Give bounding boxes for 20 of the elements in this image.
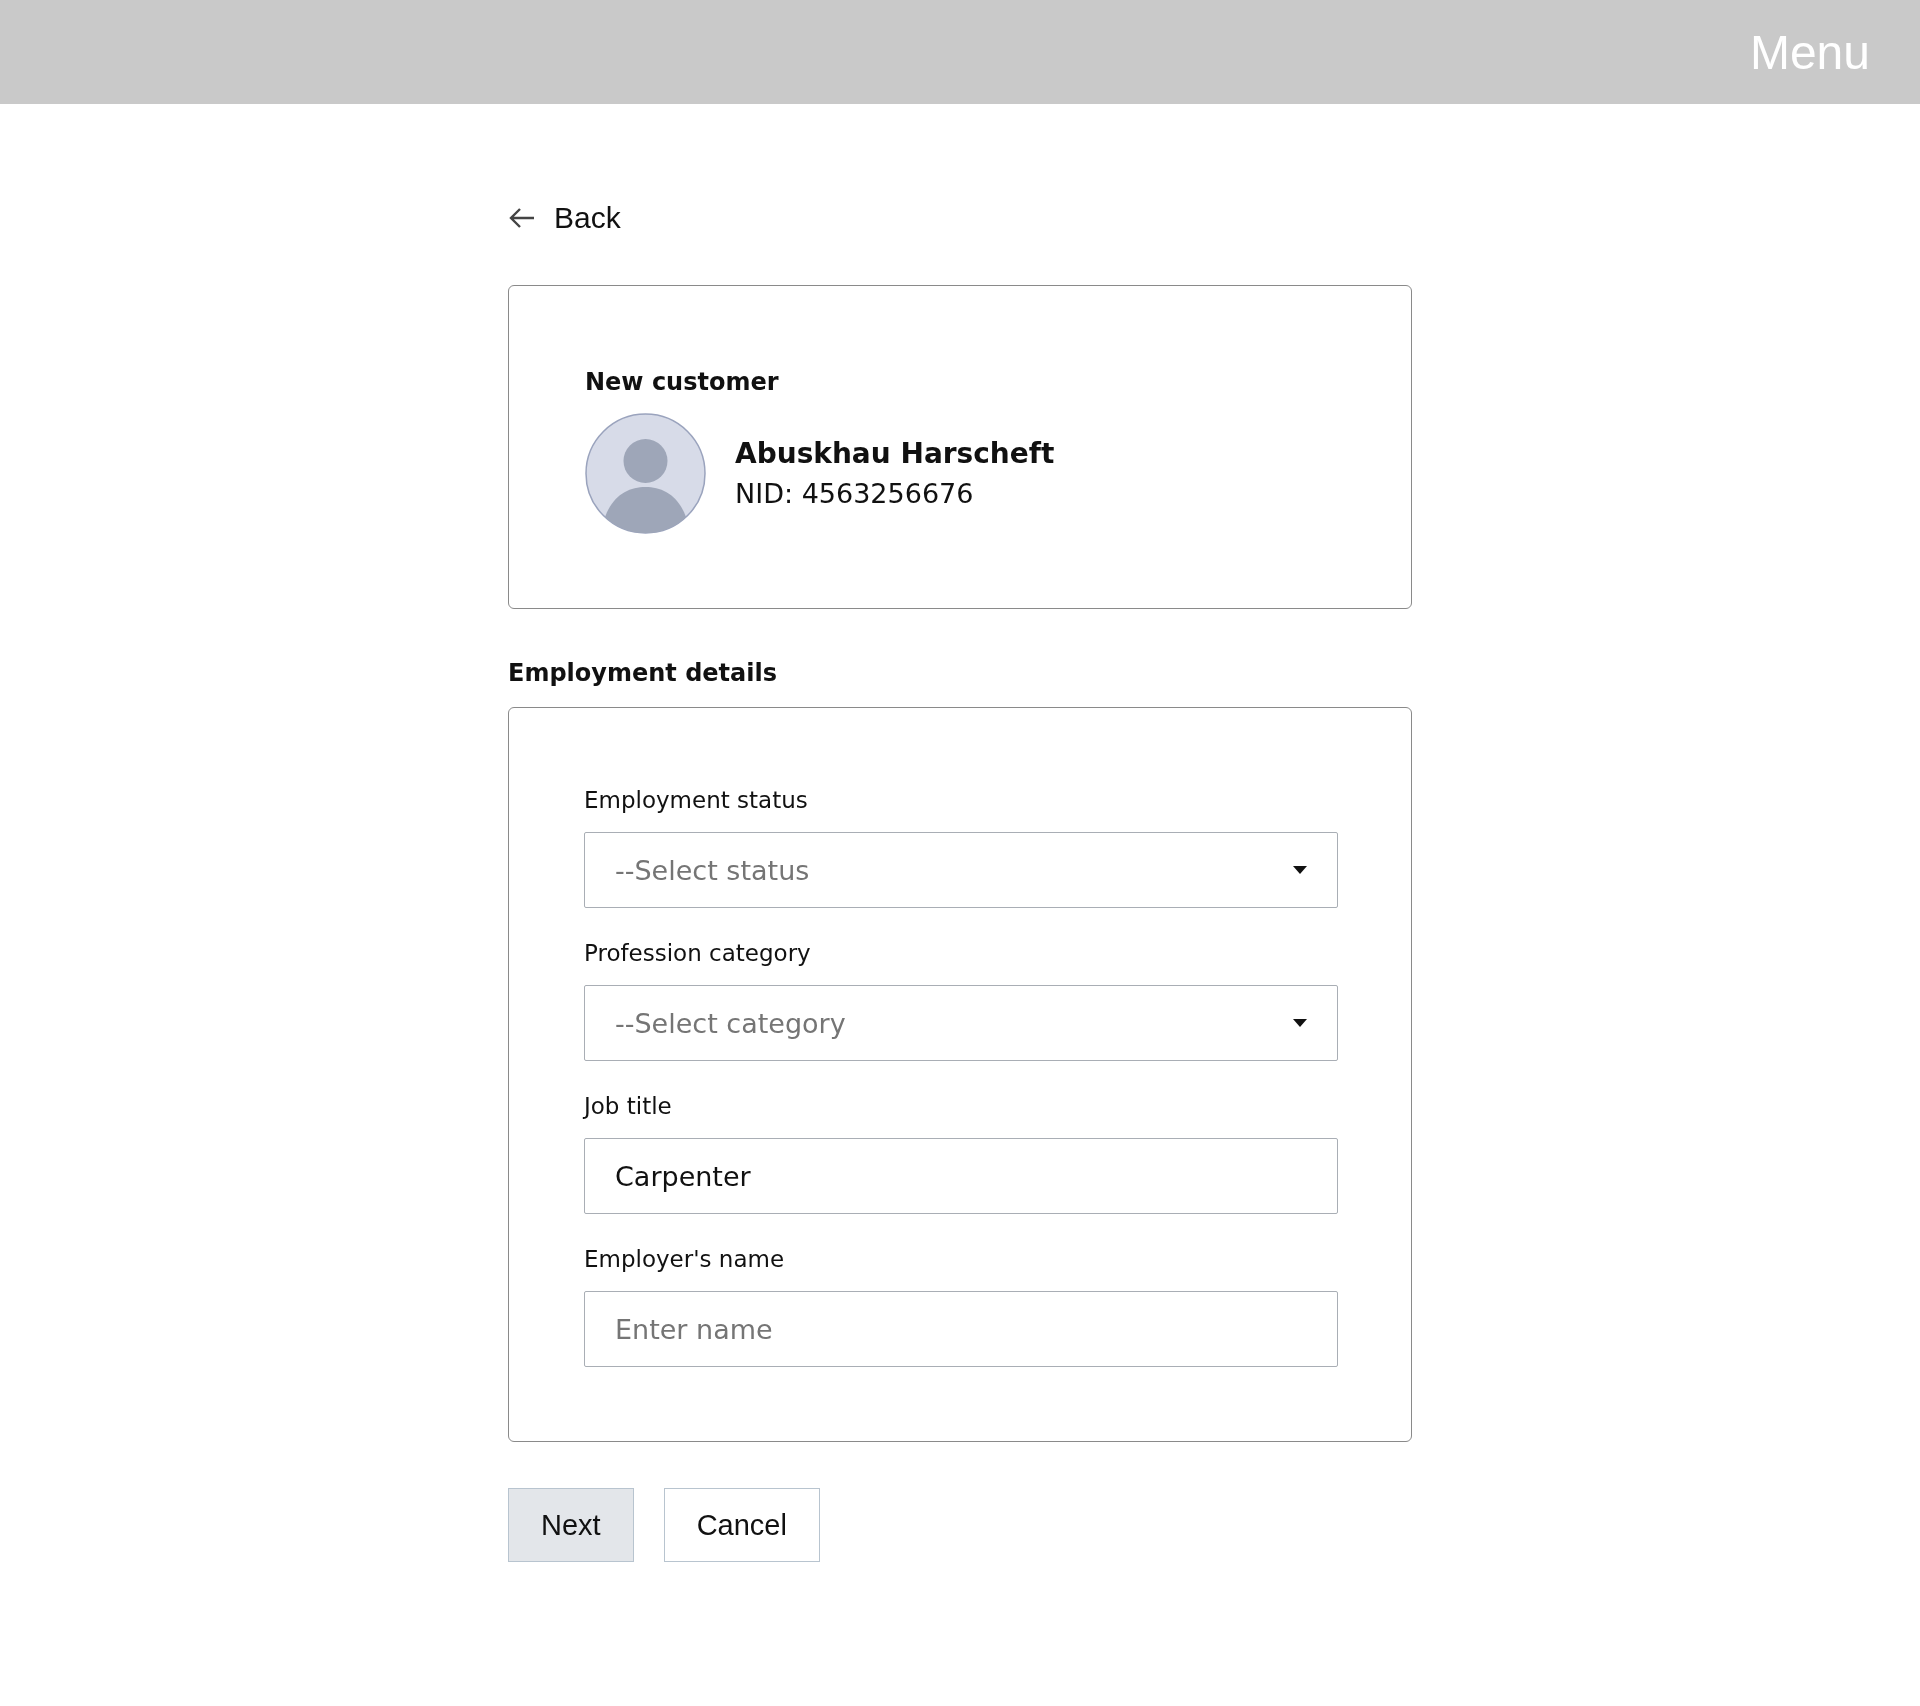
dropdown-field[interactable]: --Select category	[584, 985, 1338, 1061]
field-label: Profession category	[584, 939, 812, 968]
customer-id: NID: 4563256676	[735, 476, 975, 511]
caret-icon	[1293, 866, 1307, 874]
customer-name: Abuskhau Harscheft	[735, 435, 1055, 472]
avatar-icon	[585, 413, 706, 534]
dropdown-field[interactable]: --Select status	[584, 832, 1338, 908]
back-arrow-icon	[508, 206, 536, 230]
section-heading: Employment details	[508, 658, 778, 689]
caret-icon	[1293, 1019, 1307, 1027]
cancel-button[interactable]: Cancel	[663, 1488, 820, 1562]
back-link[interactable]: Back	[508, 200, 621, 236]
field-label: Employer's name	[584, 1245, 786, 1274]
text-field[interactable]: Enter name	[584, 1291, 1338, 1367]
next-button[interactable]: Next	[508, 1488, 634, 1562]
field-label: Job title	[584, 1092, 673, 1121]
back-label: Back	[554, 201, 621, 235]
card-heading: New customer	[585, 367, 780, 398]
text-field[interactable]: Carpenter	[584, 1138, 1338, 1214]
field-label: Employment status	[584, 786, 809, 815]
